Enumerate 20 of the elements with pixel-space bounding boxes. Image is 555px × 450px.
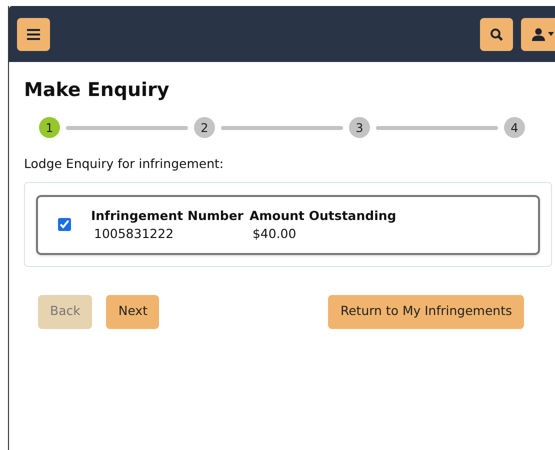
select-checkbox[interactable] [58, 218, 71, 232]
step-indicator: 4 [504, 117, 525, 138]
prompt-text: Lodge Enquiry for infringement: [24, 155, 225, 173]
step-indicator: 1 [39, 117, 60, 138]
page-title: Make Enquiry [24, 78, 170, 103]
step-indicator: 2 [194, 117, 215, 138]
menu-button[interactable] [17, 18, 50, 50]
caret-icon [548, 32, 554, 36]
column-heading: Infringement Number [91, 206, 244, 225]
user-icon [532, 28, 545, 40]
action-button[interactable]: Return to My Infringements [328, 294, 524, 329]
search-button[interactable] [480, 18, 513, 50]
step-indicator: 3 [349, 117, 370, 138]
column-value: 1005831222 [93, 224, 175, 243]
menu-icon [27, 28, 40, 40]
user-menu-button[interactable] [521, 18, 555, 50]
column-heading: Amount Outstanding [249, 206, 396, 225]
action-button[interactable]: Next [106, 294, 160, 329]
search-icon [490, 28, 503, 40]
column-value: $40.00 [251, 224, 298, 243]
